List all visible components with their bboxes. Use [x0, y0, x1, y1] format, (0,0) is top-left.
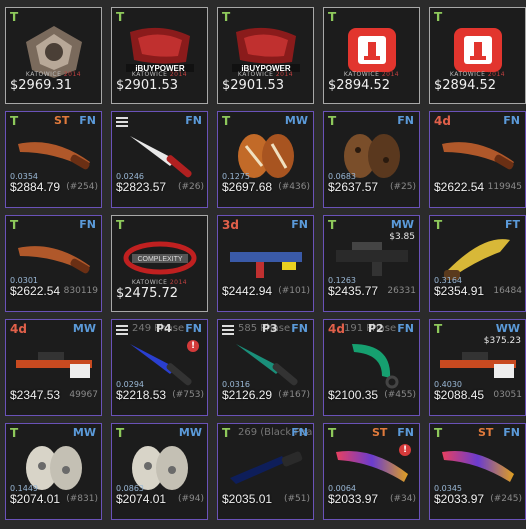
pattern-index: (#167)	[278, 390, 310, 400]
inventory-card[interactable]: 4d FN 119945 $2622.54	[429, 111, 526, 208]
svg-text:COMPLEXITY: COMPLEXITY	[137, 256, 182, 263]
pattern-index: (#34)	[389, 494, 416, 504]
pattern-index: (#26)	[177, 182, 204, 192]
inventory-card[interactable]: TiBUYPOWER KATOWICE 2014 $2901.53	[217, 7, 314, 104]
inventory-card[interactable]: T FN 0.0683 (#25) $2637.57	[323, 111, 420, 208]
inventory-card[interactable]: 585 Phase P3 FN 0.0316 (#167) $2126.29	[217, 319, 314, 416]
item-price: $2074.01	[10, 492, 61, 506]
inventory-card[interactable]: T ST FN! 0.0064 (#34) $2033.97	[323, 423, 420, 520]
pattern-index: (#455)	[384, 390, 416, 400]
pattern-index: (#831)	[66, 494, 98, 504]
item-price: $2901.53	[222, 78, 285, 93]
inventory-grid: T KATOWICE 2014 $2969.31 TiBUYPOWER KATOWICE…	[5, 7, 526, 520]
item-price: $2697.68	[222, 180, 273, 194]
item-price: $2033.97	[434, 492, 485, 506]
inventory-card[interactable]: 249 Phase P4 FN! 0.0294 (#753) $2218.53	[111, 319, 208, 416]
item-price: $2637.57	[328, 180, 379, 194]
inventory-card[interactable]: T ST FN 0.0345 (#245) $2033.97	[429, 423, 526, 520]
item-price: $2354.91	[434, 284, 485, 298]
sticker-event-label: KATOWICE 2014	[449, 71, 506, 78]
inventory-card[interactable]: 4d 191 Phase P2 FN (#455) $2100.35	[323, 319, 420, 416]
inventory-card[interactable]: T WW $375.23 0.4030 03051 $2088.45	[429, 319, 526, 416]
item-price: $2218.53	[116, 388, 167, 402]
item-price: $2901.53	[116, 78, 179, 93]
item-price: $2969.31	[10, 78, 73, 93]
inventory-card[interactable]: 4d MW 49967 $2347.53	[5, 319, 102, 416]
sticker-event-label: KATOWICE 2014	[131, 71, 188, 78]
inventory-card[interactable]: 3d FN (#101) $2442.94	[217, 215, 314, 312]
item-price: $2074.01	[116, 492, 167, 506]
pattern-index: 49967	[69, 390, 98, 400]
pattern-index: (#245)	[490, 494, 522, 504]
pattern-index: 119945	[487, 182, 522, 192]
inventory-card[interactable]: T KATOWICE 2014 $2894.52	[429, 7, 526, 104]
inventory-card[interactable]: FN 0.0246 (#26) $2823.57	[111, 111, 208, 208]
pattern-index: 830119	[63, 286, 98, 296]
item-price: $2622.54	[10, 284, 61, 298]
inventory-card[interactable]: T FN 0.0301 830119 $2622.54	[5, 215, 102, 312]
pattern-index: (#436)	[278, 182, 310, 192]
inventory-card[interactable]: T MW $3.85 0.1263 26331 $2435.77	[323, 215, 420, 312]
inventory-card[interactable]: T269 (Black Pearl)FN(#51)$2035.01	[217, 423, 314, 520]
pattern-index: (#51)	[283, 494, 310, 504]
item-price: $2035.01	[222, 492, 273, 506]
inventory-card[interactable]: T MW 0.1449 (#831) $2074.01	[5, 423, 102, 520]
sticker-event-label: KATOWICE 2014	[237, 71, 294, 78]
pattern-index: 03051	[493, 390, 522, 400]
awp-rifle-icon	[14, 334, 94, 394]
pattern-index: (#94)	[177, 494, 204, 504]
pattern-index: 26331	[387, 286, 416, 296]
pattern-index: (#25)	[389, 182, 416, 192]
item-price: $2088.45	[434, 388, 485, 402]
item-price: $2823.57	[116, 180, 167, 194]
item-price: $2894.52	[328, 78, 391, 93]
item-price: $2126.29	[222, 388, 273, 402]
item-price: $2435.77	[328, 284, 379, 298]
inventory-card[interactable]: T COMPLEXITY KATOWICE 2014 $2475.72	[111, 215, 208, 312]
sticker-event-label: KATOWICE 2014	[25, 71, 82, 78]
sticker-event-label: KATOWICE 2014	[343, 71, 400, 78]
inventory-card[interactable]: T ST FN 0.0354 (#254) $2884.79	[5, 111, 102, 208]
sticker-event-label: KATOWICE 2014	[131, 279, 188, 286]
item-price: $2622.54	[434, 180, 485, 194]
inventory-card[interactable]: T MW 0.1275 (#436) $2697.68	[217, 111, 314, 208]
pattern-index: 16484	[493, 286, 522, 296]
item-price: $2442.94	[222, 284, 273, 298]
inventory-card[interactable]: T FT 0.3164 16484 $2354.91	[429, 215, 526, 312]
m4a4-rifle-icon	[226, 230, 306, 290]
inventory-card[interactable]: T KATOWICE 2014 $2969.31	[5, 7, 102, 104]
item-price: $2347.53	[10, 388, 61, 402]
item-price: $2894.52	[434, 78, 497, 93]
bayonet-icon	[226, 438, 306, 498]
inventory-card[interactable]: T KATOWICE 2014 $2894.52	[323, 7, 420, 104]
inventory-card[interactable]: T MW 0.0863 (#94) $2074.01	[111, 423, 208, 520]
item-price: $2884.79	[10, 180, 61, 194]
huntsman-knife-icon	[438, 126, 518, 186]
pattern-index: (#254)	[66, 182, 98, 192]
inventory-card[interactable]: TiBUYPOWER KATOWICE 2014 $2901.53	[111, 7, 208, 104]
pattern-index: (#753)	[172, 390, 204, 400]
item-price: $2100.35	[328, 388, 379, 402]
pattern-index: (#101)	[278, 286, 310, 296]
item-price: $2475.72	[116, 286, 179, 301]
item-price: $2033.97	[328, 492, 379, 506]
karambit-icon	[332, 334, 412, 394]
